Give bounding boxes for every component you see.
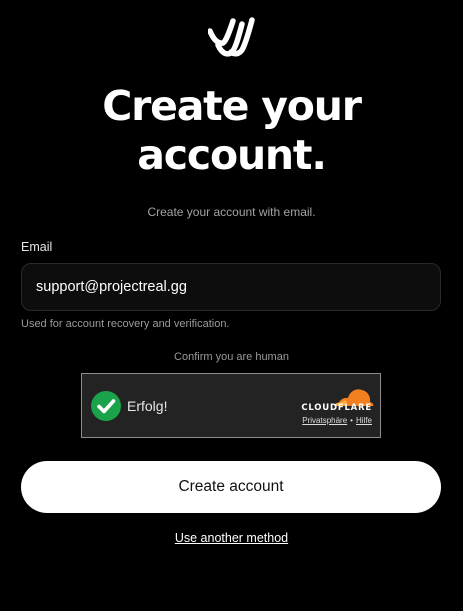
captcha-widget[interactable]: Erfolg! CLOUDFLARE Privatsphäre • Hilfe [81, 373, 381, 438]
email-helper-text: Used for account recovery and verificati… [21, 318, 230, 330]
success-check-icon [91, 391, 121, 421]
email-field[interactable] [21, 263, 441, 311]
captcha-caption: Confirm you are human [174, 351, 289, 363]
create-account-button[interactable]: Create account [21, 461, 441, 513]
page-subtitle: Create your account with email. [147, 205, 316, 219]
link-separator: • [350, 416, 353, 425]
brand-logo-icon [208, 17, 255, 57]
page-title-line-1: Create your [102, 82, 362, 130]
cloudflare-wordmark: CLOUDFLARE [301, 403, 372, 413]
help-link[interactable]: Hilfe [356, 416, 372, 425]
page-title: Create your account. [0, 82, 463, 180]
alternate-method-container: Use another method [0, 531, 463, 545]
captcha-links: Privatsphäre • Hilfe [302, 416, 372, 425]
use-another-method-link[interactable]: Use another method [175, 531, 288, 545]
captcha-status-text: Erfolg! [127, 398, 168, 414]
page-title-line-2: account. [137, 131, 327, 179]
privacy-link[interactable]: Privatsphäre [302, 416, 347, 425]
email-label: Email [21, 240, 53, 254]
